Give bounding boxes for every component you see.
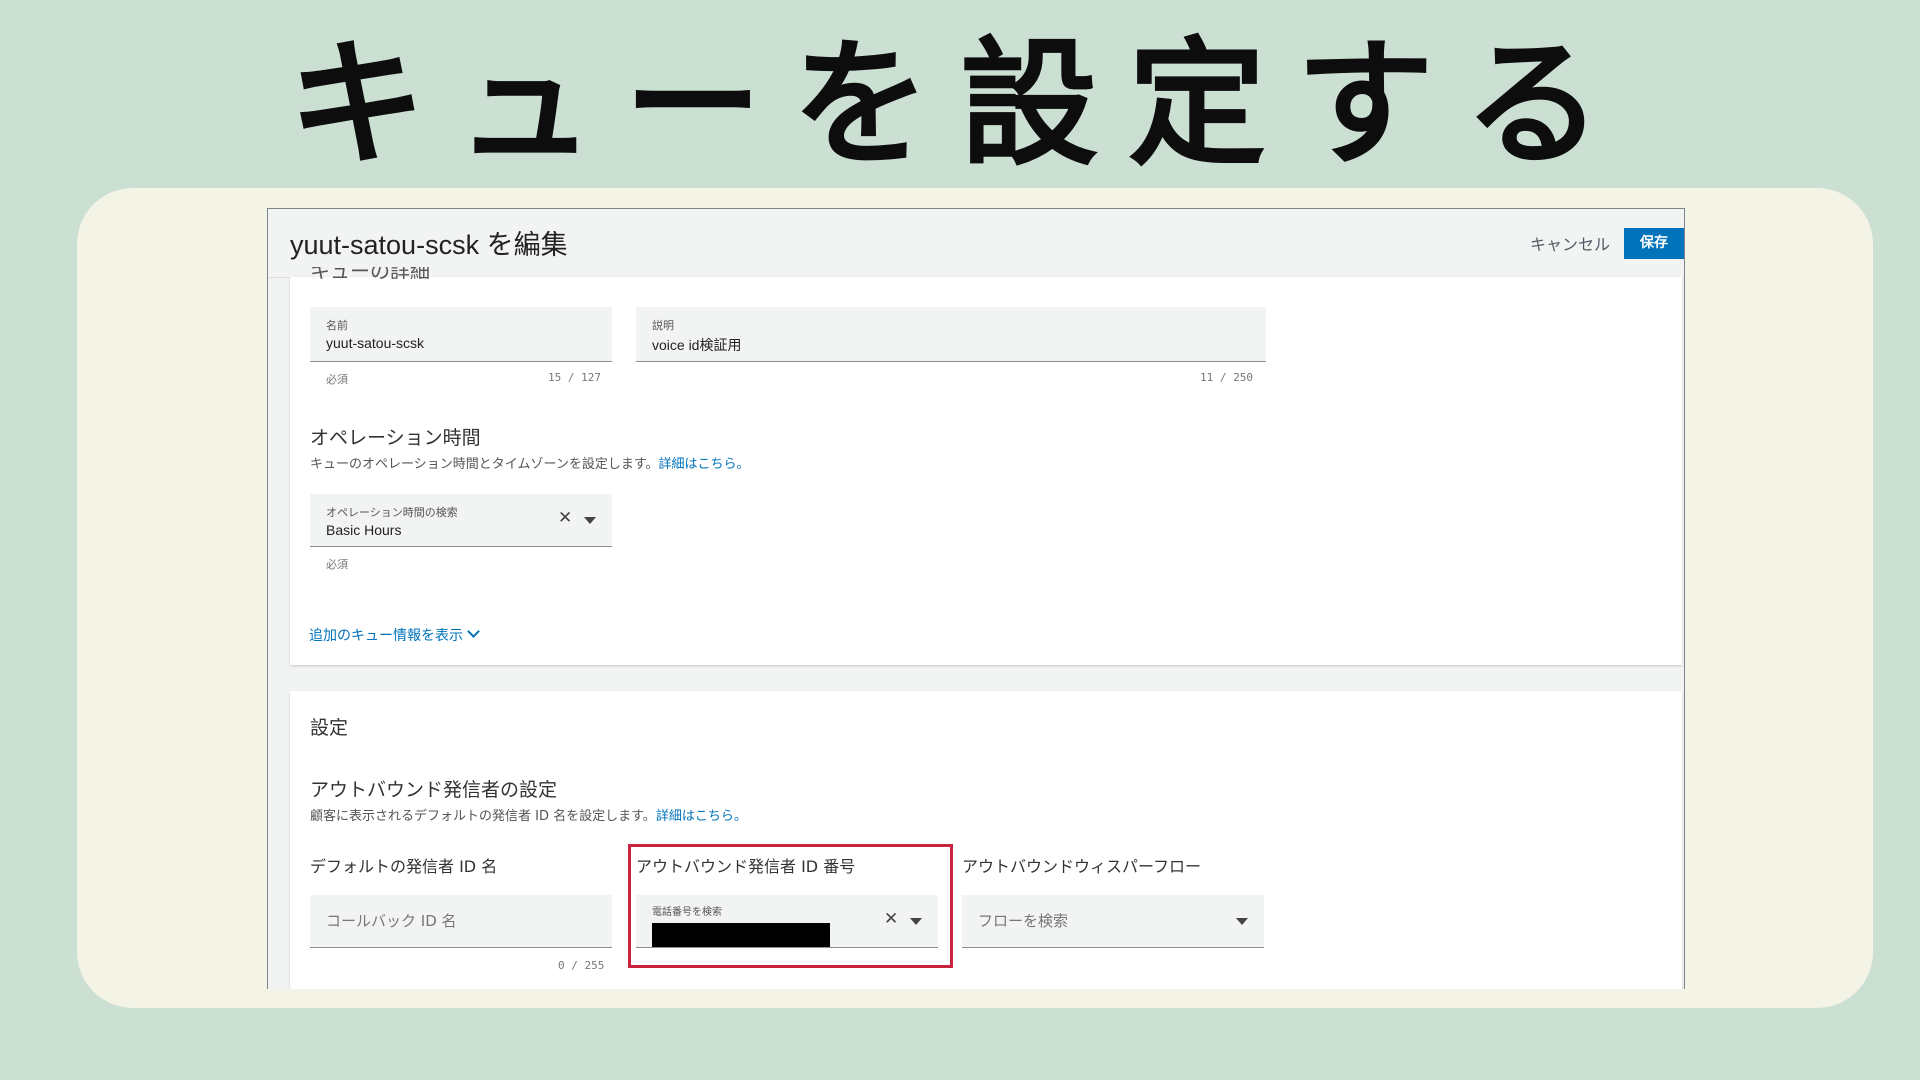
hours-select-label: オペレーション時間の検索 bbox=[326, 506, 458, 519]
description-field-value: voice id検証用 bbox=[652, 337, 742, 353]
page-header: yuut-satou-scsk を編集 キャンセル 保存 bbox=[268, 209, 1684, 278]
save-button[interactable]: 保存 bbox=[1624, 228, 1684, 259]
name-required-hint: 必須 bbox=[326, 373, 348, 386]
show-more-queue-info-link[interactable]: 追加のキュー情報を表示 bbox=[309, 625, 480, 645]
settings-panel: 設定 アウトバウンド発信者の設定 顧客に表示されるデフォルトの発信者 ID 名を… bbox=[290, 691, 1682, 989]
queue-details-panel: キューの詳細 名前 yuut-satou-scsk 必須 15 / 127 説明… bbox=[290, 267, 1682, 665]
page-title: yuut-satou-scsk を編集 bbox=[290, 230, 568, 260]
hours-select[interactable]: オペレーション時間の検索 Basic Hours ✕ bbox=[310, 494, 612, 547]
whisper-flow-placeholder: フローを検索 bbox=[978, 912, 1069, 930]
outbound-learn-more-link[interactable]: 詳細はこちら。 bbox=[656, 809, 747, 824]
description-field[interactable]: 説明 voice id検証用 bbox=[636, 307, 1266, 362]
name-field-value: yuut-satou-scsk bbox=[326, 335, 425, 351]
edit-queue-window: yuut-satou-scsk を編集 キャンセル 保存 キューの詳細 名前 y… bbox=[267, 208, 1685, 989]
cancel-button[interactable]: キャンセル bbox=[1530, 231, 1610, 255]
highlight-box bbox=[628, 844, 953, 968]
hours-select-value: Basic Hours bbox=[326, 522, 402, 538]
description-char-counter: 11 / 250 bbox=[1200, 371, 1253, 384]
caller-id-name-counter: 0 / 255 bbox=[558, 959, 605, 972]
caller-id-name-input[interactable]: コールバック ID 名 bbox=[310, 895, 612, 948]
show-more-label: 追加のキュー情報を表示 bbox=[309, 628, 463, 644]
description-field-label: 説明 bbox=[652, 319, 674, 332]
banner-title: キューを設定する bbox=[287, 24, 1632, 185]
hours-learn-more-link[interactable]: 詳細はこちら。 bbox=[659, 457, 750, 472]
caller-id-name-label: デフォルトの発信者 ID 名 bbox=[310, 857, 498, 876]
hours-heading: オペレーション時間 bbox=[310, 427, 481, 449]
caret-down-icon[interactable] bbox=[584, 517, 596, 524]
outbound-description: 顧客に表示されるデフォルトの発信者 ID 名を設定します。詳細はこちら。 bbox=[310, 805, 747, 824]
hours-description-text: キューのオペレーション時間とタイムゾーンを設定します。 bbox=[310, 457, 659, 472]
hours-description: キューのオペレーション時間とタイムゾーンを設定します。詳細はこちら。 bbox=[310, 453, 750, 472]
whisper-flow-label: アウトバウンドウィスパーフロー bbox=[962, 857, 1202, 876]
queue-details-heading: キューの詳細 bbox=[310, 267, 430, 279]
chevron-down-icon bbox=[467, 625, 480, 638]
caller-id-name-placeholder: コールバック ID 名 bbox=[326, 912, 457, 930]
settings-heading: 設定 bbox=[310, 717, 349, 739]
clear-icon[interactable]: ✕ bbox=[558, 508, 572, 528]
hours-required-hint: 必須 bbox=[326, 558, 348, 571]
caret-down-icon[interactable] bbox=[1236, 918, 1248, 925]
name-char-counter: 15 / 127 bbox=[548, 371, 601, 384]
whisper-flow-select[interactable]: フローを検索 bbox=[962, 895, 1264, 948]
outbound-description-text: 顧客に表示されるデフォルトの発信者 ID 名を設定します。 bbox=[310, 809, 656, 824]
name-field[interactable]: 名前 yuut-satou-scsk bbox=[310, 307, 612, 362]
outbound-heading: アウトバウンド発信者の設定 bbox=[310, 779, 558, 801]
name-field-label: 名前 bbox=[326, 319, 348, 332]
